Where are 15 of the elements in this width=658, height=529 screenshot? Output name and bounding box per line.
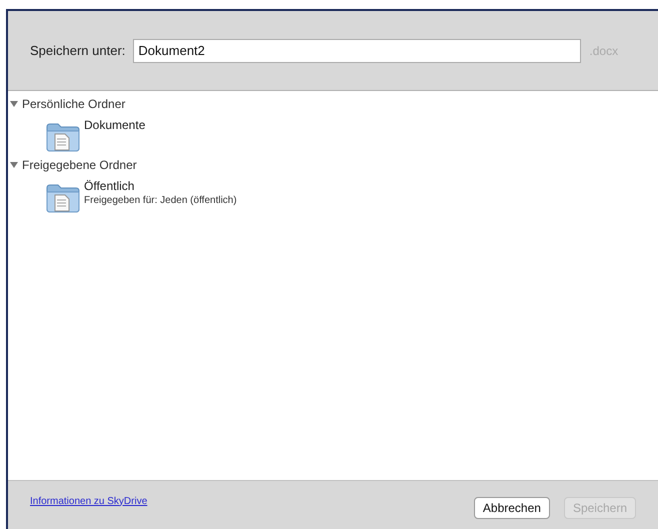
folder-item[interactable]: Öffentlich Freigegeben für: Jeden (öffentlich) xyxy=(10,177,658,213)
folder-item[interactable]: Dokumente xyxy=(10,116,658,152)
folder-icon xyxy=(46,183,80,213)
disclosure-triangle-icon[interactable] xyxy=(10,100,18,108)
disclosure-triangle-icon[interactable] xyxy=(10,161,18,169)
save-as-label: Speichern unter: xyxy=(30,42,126,60)
group-title: Persönliche Ordner xyxy=(22,96,126,113)
dialog-button[interactable]: Abbrechen xyxy=(474,497,550,519)
folder-icon xyxy=(46,122,80,152)
folder-detail: Freigegeben für: Jeden (öffentlich) xyxy=(84,194,237,208)
filename-field[interactable]: Dokument2 xyxy=(133,38,582,62)
group-title: Freigegebene Ordner xyxy=(22,157,137,174)
skydrive-info-link[interactable]: Informationen zu SkyDrive xyxy=(30,494,148,508)
folder-name: Dokumente xyxy=(84,117,146,134)
folder-name: Öffentlich xyxy=(84,178,136,195)
